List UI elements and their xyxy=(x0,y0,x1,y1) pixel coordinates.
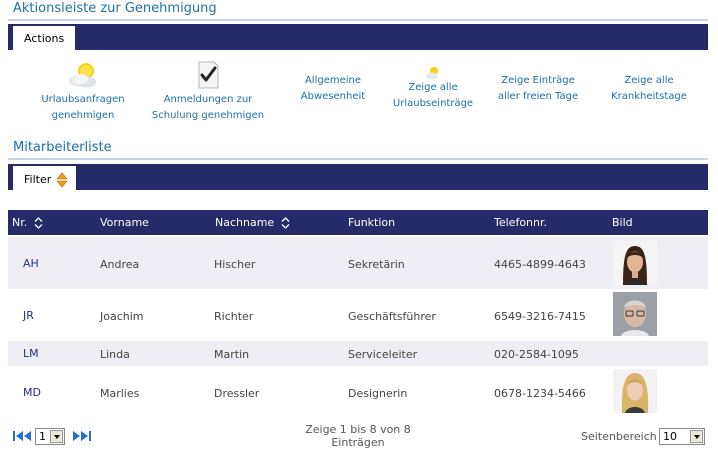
first-name: Andrea xyxy=(100,258,140,271)
column-header-function[interactable]: Funktion xyxy=(348,216,395,229)
phone: 4465-4899-4643 xyxy=(494,258,586,271)
action-label-line2: Krankheitstage xyxy=(611,91,687,102)
action-label-line1: Urlaubsanfragen xyxy=(41,94,125,105)
last-name: Hischer xyxy=(214,258,256,271)
first-page-icon[interactable] xyxy=(12,430,32,442)
action-label-line1: Anmeldungen zur xyxy=(163,94,253,105)
expand-collapse-icon xyxy=(56,172,68,188)
action-label-line1: Zeige alle xyxy=(408,82,458,93)
table-row[interactable]: LM Linda Martin Serviceleiter 020-2584-1… xyxy=(8,341,708,366)
employee-photo xyxy=(613,292,657,336)
column-header-nr[interactable]: Nr. xyxy=(12,216,43,229)
sort-icon xyxy=(34,217,43,229)
employees-section-title: Mitarbeiterliste xyxy=(13,140,112,155)
table-header: Nr. Vorname Nachname Funktion Telefonnr.… xyxy=(8,210,708,235)
action-label-line1: Zeige alle xyxy=(624,75,674,86)
approval-tab-bar: Actions xyxy=(8,24,708,50)
phone: 0678-1234-5466 xyxy=(494,387,586,400)
function: Serviceleiter xyxy=(348,348,418,361)
function: Designerin xyxy=(348,387,408,400)
employee-id[interactable]: JR xyxy=(23,309,34,322)
action-label-line2: genehmigen xyxy=(51,110,115,121)
action-label-line2: Urlaubseinträge xyxy=(392,98,474,109)
phone: 6549-3216-7415 xyxy=(494,310,586,323)
table-row[interactable]: JR Joachim Richter Geschäftsführer 6549-… xyxy=(8,290,708,340)
last-name: Martin xyxy=(214,348,250,361)
column-header-first-name[interactable]: Vorname xyxy=(100,216,149,229)
approval-section-title: Aktionsleiste zur Genehmigung xyxy=(13,1,217,16)
phone: 020-2584-1095 xyxy=(494,348,579,361)
tab-actions[interactable]: Actions xyxy=(13,26,76,50)
approval-section-divider xyxy=(8,19,708,21)
chevron-down-icon xyxy=(690,430,703,443)
action-label-line2: aller freien Tage xyxy=(497,91,579,102)
employee-photo xyxy=(613,241,657,285)
page-range-label: Seitenbereich xyxy=(581,430,657,443)
last-name: Richter xyxy=(214,310,254,323)
action-label-line1: Allgemeine xyxy=(304,75,362,86)
last-page-icon[interactable] xyxy=(72,430,92,442)
employee-id[interactable]: MD xyxy=(23,386,41,399)
action-label-line1: Zeige Einträge xyxy=(501,75,575,86)
action-approve-training[interactable]: Anmeldungen zur Schulung genehmigen xyxy=(150,60,266,124)
first-name: Marlies xyxy=(100,387,140,400)
sun-cloud-icon xyxy=(426,67,438,80)
column-header-photo: Bild xyxy=(612,216,633,229)
column-header-phone[interactable]: Telefonnr. xyxy=(494,216,547,229)
function: Sekretärin xyxy=(348,258,405,271)
column-header-last-name[interactable]: Nachname xyxy=(215,216,290,229)
sun-cloud-icon xyxy=(69,63,96,88)
page-select[interactable]: 1 xyxy=(35,428,65,445)
checkmark-document-icon xyxy=(198,61,219,89)
table-row[interactable]: AH Andrea Hischer Sekretärin 4465-4899-4… xyxy=(8,237,708,289)
last-name: Dressler xyxy=(214,387,260,400)
table-row[interactable]: MD Marlies Dressler Designerin 0678-1234… xyxy=(8,367,708,417)
function: Geschäftsführer xyxy=(348,310,436,323)
employees-tab-bar: Filter xyxy=(8,164,708,190)
employee-id[interactable]: LM xyxy=(23,347,39,360)
pager-info: Zeige 1 bis 8 von 8 Einträgen xyxy=(305,423,411,449)
action-general-absence[interactable]: Allgemeine Abwesenheit xyxy=(290,73,376,105)
filter-tab-label: Filter xyxy=(24,173,52,186)
action-show-sick-days[interactable]: Zeige alle Krankheitstage xyxy=(598,73,700,105)
employee-id[interactable]: AH xyxy=(23,257,39,270)
page-range-select[interactable]: 10 xyxy=(659,428,705,445)
employees-section-divider xyxy=(8,158,708,160)
first-name: Linda xyxy=(100,348,130,361)
employee-photo xyxy=(613,369,657,413)
action-label-line2: Schulung genehmigen xyxy=(151,110,265,121)
first-name: Joachim xyxy=(100,310,144,323)
action-show-vacation-entries[interactable]: Zeige alle Urlaubseinträge xyxy=(388,66,478,112)
action-label-line2: Abwesenheit xyxy=(300,91,366,102)
chevron-down-icon xyxy=(50,430,63,443)
tab-filter[interactable]: Filter xyxy=(13,166,76,190)
action-approve-vacation[interactable]: Urlaubsanfragen genehmigen xyxy=(38,60,128,124)
action-show-free-days[interactable]: Zeige Einträge aller freien Tage xyxy=(490,73,586,105)
sort-icon xyxy=(281,217,290,229)
